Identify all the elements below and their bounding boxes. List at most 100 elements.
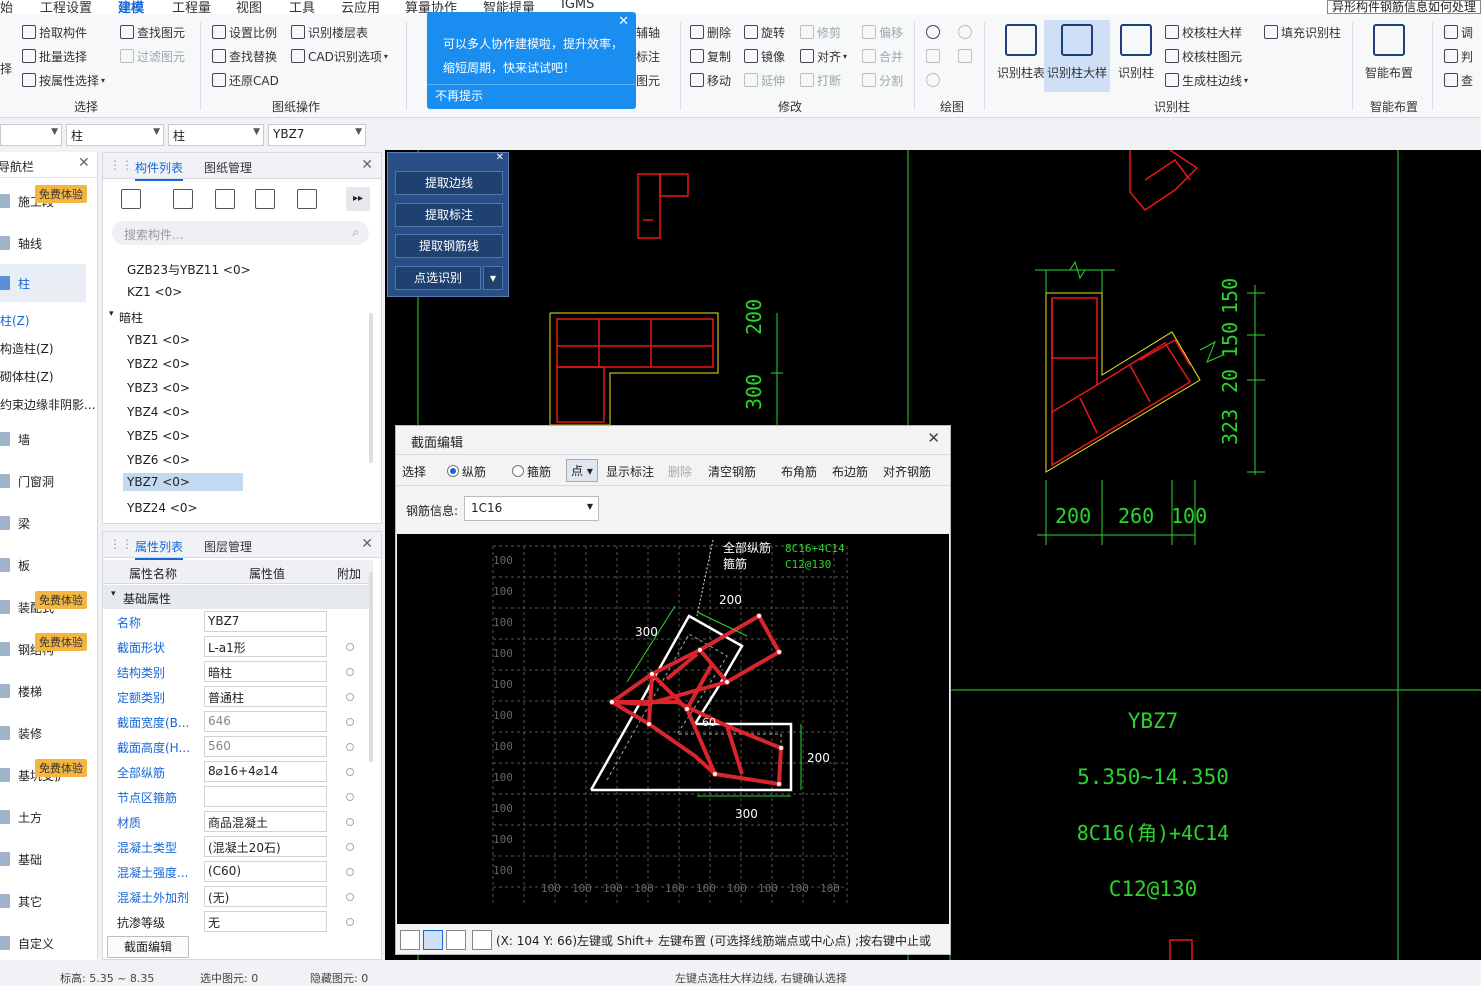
close-icon[interactable]: ✕ bbox=[361, 157, 373, 173]
extra-checkbox[interactable] bbox=[346, 643, 354, 651]
copy-button[interactable]: 复制 bbox=[690, 46, 731, 66]
extract-dimension-button[interactable]: 提取标注 bbox=[395, 203, 503, 227]
dont-show-again-link[interactable]: 不再提示 bbox=[435, 87, 483, 104]
break-button[interactable]: 打断 bbox=[800, 70, 841, 90]
nav-item-earthwork[interactable]: 土方 bbox=[0, 798, 88, 836]
nav-item-decoration[interactable]: 装修 bbox=[0, 714, 88, 752]
extra-checkbox[interactable] bbox=[346, 718, 354, 726]
extra-checkbox[interactable] bbox=[346, 668, 354, 676]
list-item-selected[interactable]: YBZ7 <0> bbox=[123, 473, 243, 491]
list-item[interactable]: YBZ24 <0> bbox=[127, 501, 198, 515]
mirror-button[interactable]: 镜像 bbox=[744, 46, 785, 66]
dimension-partial[interactable]: 标注 bbox=[636, 46, 660, 66]
point-recognize-button[interactable]: 点选识别 bbox=[395, 266, 481, 290]
list-item[interactable]: YBZ1 <0> bbox=[127, 333, 190, 347]
nav-item-column[interactable]: 柱 bbox=[0, 264, 86, 302]
menu-start[interactable]: 始 bbox=[0, 0, 13, 14]
menu-cloud[interactable]: 云应用 bbox=[341, 0, 380, 14]
rebar-info-select[interactable]: 1C16 ▼ bbox=[464, 496, 599, 521]
list-item[interactable]: YBZ2 <0> bbox=[127, 357, 190, 371]
smart-layout-button[interactable]: 智能布置 bbox=[1356, 20, 1422, 92]
floor-select[interactable]: ▼ bbox=[0, 124, 62, 146]
type-select[interactable]: 柱 ▼ bbox=[66, 124, 164, 146]
split-button[interactable]: 分割 bbox=[862, 70, 903, 90]
nav-item-custom[interactable]: 自定义 bbox=[0, 924, 88, 962]
list-item[interactable]: KZ1 <0> bbox=[127, 285, 182, 299]
menu-view[interactable]: 视图 bbox=[236, 0, 262, 14]
tab-layer-manage[interactable]: 图层管理 bbox=[204, 538, 252, 555]
extra-checkbox[interactable] bbox=[346, 868, 354, 876]
delete-component-icon[interactable] bbox=[215, 189, 235, 209]
list-item[interactable]: YBZ3 <0> bbox=[127, 381, 190, 395]
perpendicular-icon[interactable] bbox=[446, 930, 466, 950]
pick-component-button[interactable]: 拾取构件 bbox=[22, 22, 87, 42]
nav-sub-boundary[interactable]: 约束边缘非阴影... bbox=[0, 396, 95, 413]
check-partial-button[interactable]: 查 bbox=[1444, 70, 1473, 90]
draw-point-button[interactable] bbox=[926, 22, 943, 42]
show-dimension-button[interactable]: 显示标注 bbox=[606, 463, 654, 480]
section-canvas[interactable]: 100 100 100 100 100 100 100 100 100 100 … bbox=[397, 534, 949, 924]
menu-project-settings[interactable]: 工程设置 bbox=[40, 0, 92, 14]
drag-handle-icon[interactable]: ⋮⋮ bbox=[109, 537, 133, 551]
drag-handle-icon[interactable]: ⋮⋮ bbox=[109, 158, 133, 172]
select-tool[interactable]: 选择 bbox=[402, 463, 426, 480]
align-button[interactable]: 对齐 ▾ bbox=[800, 46, 847, 66]
move-button[interactable]: 移动 bbox=[690, 70, 731, 90]
find-element-button[interactable]: 查找图元 bbox=[120, 22, 185, 42]
point-mode-select[interactable]: 点 ▾ bbox=[566, 459, 598, 482]
component-select[interactable]: YBZ7 ▼ bbox=[268, 124, 366, 146]
extra-checkbox[interactable] bbox=[346, 893, 354, 901]
list-item[interactable]: GZB23与YBZ11 <0> bbox=[127, 261, 251, 278]
ortho-icon[interactable] bbox=[400, 930, 420, 950]
extra-checkbox[interactable] bbox=[346, 918, 354, 926]
nav-item-other[interactable]: 其它 bbox=[0, 882, 88, 920]
nav-item-beam[interactable]: 梁 bbox=[0, 504, 88, 542]
fill-recognize-column-button[interactable]: 填充识别柱 bbox=[1264, 22, 1341, 42]
extra-checkbox[interactable] bbox=[346, 693, 354, 701]
nav-sub-masonry-column[interactable]: 砌体柱(Z) bbox=[0, 368, 54, 385]
recognize-column-detail-button[interactable]: 识别柱大样 bbox=[1044, 20, 1110, 92]
line-mode-icon[interactable] bbox=[423, 930, 443, 950]
delete-button[interactable]: 删除 bbox=[690, 22, 731, 42]
new-component-icon[interactable] bbox=[121, 189, 141, 209]
nav-item-steel[interactable]: 钢结构免费体验 bbox=[0, 630, 88, 668]
nav-item-foundation[interactable]: 基础 bbox=[0, 840, 88, 878]
nav-item-door-window[interactable]: 门窗洞 bbox=[0, 462, 88, 500]
filter-element-button[interactable]: 过滤图元 bbox=[120, 46, 185, 66]
judge-partial-button[interactable]: 判 bbox=[1444, 46, 1473, 66]
restore-cad-button[interactable]: 还原CAD bbox=[212, 70, 279, 90]
align-rebar-button[interactable]: 对齐钢筋 bbox=[883, 463, 931, 480]
chevron-down-icon[interactable]: ▾ bbox=[483, 266, 503, 290]
stirrup-radio[interactable]: 箍筋 bbox=[512, 463, 551, 480]
scrollbar[interactable] bbox=[369, 572, 373, 762]
section-basic[interactable]: ▾ 基础属性 bbox=[103, 585, 373, 609]
nav-item-wall[interactable]: 墙 bbox=[0, 420, 88, 458]
tab-component-list[interactable]: 构件列表 bbox=[135, 159, 184, 181]
close-icon[interactable]: ✕ bbox=[361, 536, 373, 552]
menu-tools[interactable]: 工具 bbox=[289, 0, 315, 14]
copy-component-icon[interactable] bbox=[173, 189, 193, 209]
nav-item-axis[interactable]: 轴线 bbox=[0, 224, 88, 262]
extra-checkbox[interactable] bbox=[346, 843, 354, 851]
layer-copy-icon[interactable] bbox=[255, 189, 275, 209]
draw-line-button[interactable] bbox=[926, 46, 943, 66]
subtype-select[interactable]: 柱 ▼ bbox=[168, 124, 264, 146]
set-scale-button[interactable]: 设置比例 bbox=[212, 22, 277, 42]
adjust-partial-button[interactable]: 调 bbox=[1444, 22, 1473, 42]
offset-button[interactable]: 偏移 bbox=[862, 22, 903, 42]
menu-igms[interactable]: IGMS bbox=[561, 0, 594, 12]
delete-button[interactable]: 删除 bbox=[668, 463, 692, 480]
group-dark-column[interactable]: 暗柱 bbox=[119, 309, 143, 326]
extra-checkbox[interactable] bbox=[346, 793, 354, 801]
element-partial[interactable]: 图元 bbox=[636, 70, 660, 90]
aux-axis-partial[interactable]: 辅轴 bbox=[636, 22, 660, 42]
check-column-element-button[interactable]: 校核柱图元 bbox=[1165, 46, 1242, 66]
extract-rebar-line-button[interactable]: 提取钢筋线 bbox=[395, 234, 503, 258]
rotate-button[interactable]: 旋转 bbox=[744, 22, 785, 42]
nav-item-prefab[interactable]: 装配式免费体验 bbox=[0, 588, 88, 626]
select-by-attr-button[interactable]: 按属性选择 ▾ bbox=[22, 70, 105, 90]
help-search-box[interactable]: 异形构件钢筋信息如何处理 bbox=[1326, 0, 1481, 14]
batch-select-button[interactable]: 批量选择 bbox=[22, 46, 87, 66]
extra-checkbox[interactable] bbox=[346, 818, 354, 826]
find-replace-button[interactable]: 查找替换 bbox=[212, 46, 277, 66]
